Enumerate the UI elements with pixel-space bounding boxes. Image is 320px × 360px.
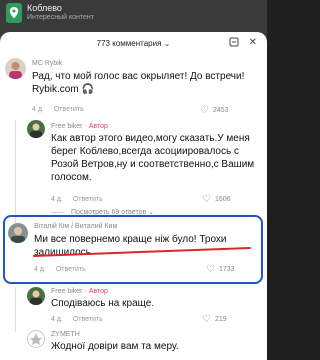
like-count: 1606 — [214, 196, 231, 203]
avatar[interactable] — [27, 330, 45, 348]
comment-author[interactable]: MC Rybik — [32, 60, 62, 67]
author-badge: · Автор — [84, 288, 108, 295]
comment-text: Жодної довіри вам та меру. — [51, 341, 179, 352]
heart-icon: ♡ — [200, 105, 209, 116]
comment-time: 4 д. — [51, 196, 63, 203]
comment-text: Рад, что мой голос вас окрыляет! До встр… — [32, 71, 245, 95]
comment-author[interactable]: Free biker · Автор — [51, 288, 108, 295]
comments-sheet: 773 комментария ⌄ ✕ MC Rybik Рад, что мо… — [0, 32, 267, 360]
comment-text: Сподіваюсь на краще. — [51, 298, 155, 309]
comment-time: 4 д. — [34, 266, 46, 273]
comment-item: Віталій Кім / Виталий Ким Ми все поверне… — [8, 223, 258, 279]
comment-meta: 4 д. Ответить — [34, 266, 86, 273]
like-count: 2453 — [212, 107, 229, 114]
comment-author[interactable]: Віталій Кім / Виталий Ким — [34, 223, 117, 230]
comments-count: 773 комментария — [96, 39, 162, 48]
comment-text: Как автор этого видео,могу сказать.У мен… — [51, 133, 255, 183]
comment-item: MC Rybik Рад, что мой голос вас окрыляет… — [5, 58, 261, 120]
comment-meta: 4 д. Ответить — [32, 106, 84, 113]
comment-author[interactable]: Free biker · Автор — [51, 123, 108, 130]
comment-meta: 4 д. Ответить — [51, 196, 103, 203]
mention-icon[interactable] — [229, 37, 239, 50]
banner-title: Коблево — [27, 3, 62, 13]
video-banner[interactable]: Коблево Интересный контент — [6, 3, 94, 23]
reply-button[interactable]: Ответить — [73, 196, 103, 203]
like-button[interactable]: ♡ 1606 — [202, 194, 231, 205]
reply-item: ZYMETH Жодної довіри вам та меру. — [27, 330, 261, 360]
avatar[interactable] — [27, 287, 45, 305]
heart-icon: ♡ — [202, 194, 211, 205]
like-button[interactable]: ♡ 1733 — [206, 264, 235, 275]
like-count: 1733 — [218, 266, 235, 273]
comment-author[interactable]: ZYMETH — [51, 331, 80, 338]
heart-icon: ♡ — [202, 314, 211, 325]
location-pin-icon — [6, 3, 22, 23]
reply-button[interactable]: Ответить — [54, 106, 84, 113]
reply-item: Free biker · Автор Сподіваюсь на краще. … — [27, 287, 261, 327]
comment-time: 4 д. — [51, 316, 63, 323]
avatar[interactable] — [5, 58, 26, 79]
reply-button[interactable]: Ответить — [56, 266, 86, 273]
comments-count-header[interactable]: 773 комментария ⌄ — [0, 39, 267, 48]
comment-time: 4 д. — [32, 106, 44, 113]
sort-dropdown-icon: ⌄ — [163, 39, 171, 48]
like-button[interactable]: ♡ 2453 — [200, 105, 229, 116]
avatar[interactable] — [8, 223, 28, 243]
author-badge: · Автор — [84, 123, 108, 130]
heart-icon: ♡ — [206, 264, 215, 275]
reply-button[interactable]: Ответить — [73, 316, 103, 323]
banner-subtitle: Интересный контент — [27, 14, 94, 21]
like-count: 219 — [214, 316, 227, 323]
close-icon[interactable]: ✕ — [249, 37, 257, 50]
like-button[interactable]: ♡ 219 — [202, 314, 227, 325]
avatar[interactable] — [27, 120, 45, 138]
thread-line — [15, 287, 16, 332]
comment-meta: 4 д. Ответить — [51, 316, 103, 323]
annotation-underline — [33, 247, 251, 257]
